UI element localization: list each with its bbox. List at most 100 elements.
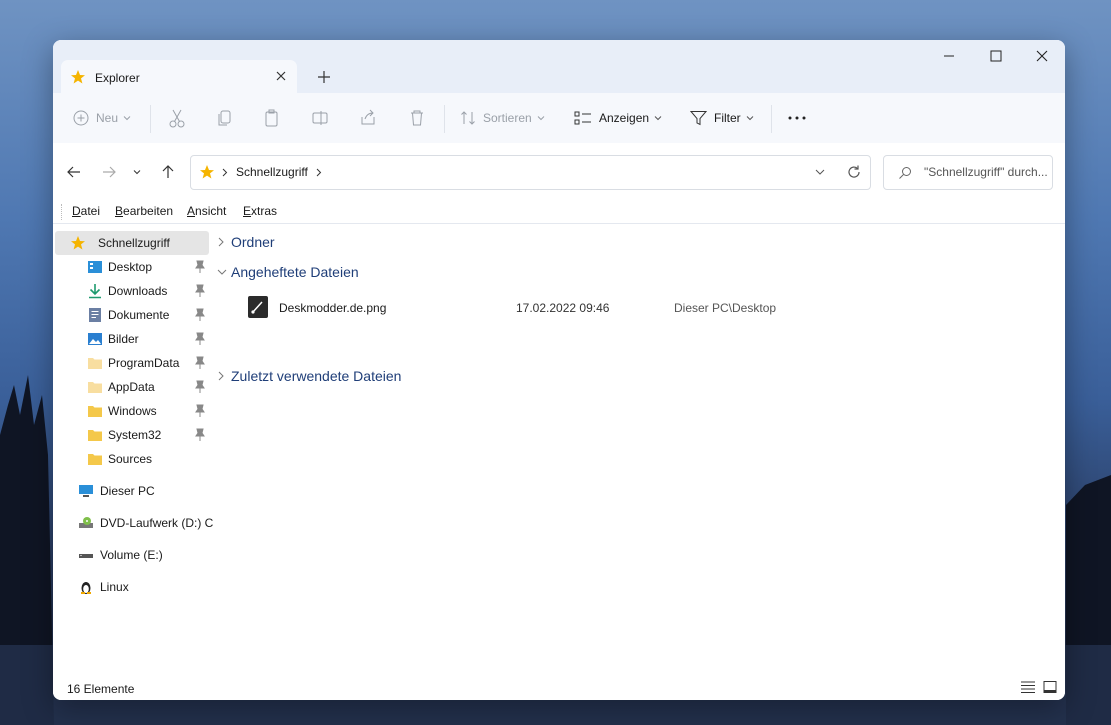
group-label: Angeheftete Dateien <box>231 264 359 280</box>
copy-icon[interactable] <box>216 107 234 129</box>
chevron-right-icon <box>218 371 224 381</box>
folder-icon <box>88 382 102 393</box>
toolbar-divider <box>444 105 445 133</box>
menu-bearbeiten[interactable]: Bearbeiten <box>115 204 173 218</box>
file-list: Ordner Angeheftete Dateien Deskmodder.de… <box>211 224 1065 674</box>
document-icon <box>89 308 101 322</box>
menu-datei-key: D <box>72 204 81 218</box>
delete-icon[interactable] <box>408 107 426 129</box>
menu-bearbeiten-rest: earbeiten <box>123 204 174 218</box>
explorer-window: Explorer Neu Sortieren Anzeigen Filter S… <box>53 40 1065 700</box>
view-list-icon <box>574 111 591 125</box>
search-icon <box>899 167 911 179</box>
menu-datei-rest: atei <box>80 204 101 218</box>
share-icon[interactable] <box>359 107 377 129</box>
up-arrow-icon[interactable] <box>159 163 177 181</box>
sidebar-item-windows[interactable]: Windows <box>53 399 209 423</box>
breadcrumb-chevron-icon[interactable] <box>316 168 322 177</box>
star-icon <box>71 70 85 84</box>
drive-icon <box>79 554 93 558</box>
folder-icon <box>88 454 102 465</box>
details-view-icon[interactable] <box>1020 680 1036 694</box>
sidebar-item-downloads[interactable]: Downloads <box>53 279 209 303</box>
pictures-icon <box>88 333 102 345</box>
pin-icon <box>195 356 205 369</box>
new-button[interactable]: Neu <box>73 107 131 129</box>
filter-button[interactable]: Filter <box>690 107 754 129</box>
breadcrumb-chevron-icon[interactable] <box>222 168 228 177</box>
paste-icon[interactable] <box>263 107 281 129</box>
group-ordner[interactable]: Ordner <box>217 229 275 255</box>
sidebar-item-label: Windows <box>108 404 157 418</box>
file-name: Deskmodder.de.png <box>279 301 387 315</box>
menu-ansicht-rest: nsicht <box>195 204 227 218</box>
sidebar-item-bilder[interactable]: Bilder <box>53 327 209 351</box>
close-window-button[interactable] <box>1031 48 1053 64</box>
navigation-bar: Schnellzugriff "Schnellzugriff" durch... <box>53 143 1065 201</box>
back-arrow-icon[interactable] <box>65 163 83 181</box>
title-bar: Explorer <box>53 40 1065 94</box>
cut-icon[interactable] <box>168 107 186 129</box>
list-item[interactable]: Deskmodder.de.png 17.02.2022 09:46 Diese… <box>246 295 846 319</box>
sidebar-item-schnellzugriff[interactable]: Schnellzugriff <box>55 231 209 255</box>
sidebar-item-programdata[interactable]: ProgramData <box>53 351 209 375</box>
chevron-down-icon <box>654 116 662 121</box>
rename-icon[interactable] <box>311 107 329 129</box>
menu-bar: Datei Bearbeiten Ansicht Extras <box>53 201 1065 224</box>
sidebar-item-desktop[interactable]: Desktop <box>53 255 209 279</box>
filter-icon <box>690 111 707 126</box>
pin-icon <box>195 380 205 393</box>
group-zuletzt-verwendete-dateien[interactable]: Zuletzt verwendete Dateien <box>217 363 401 389</box>
sidebar-item-appdata[interactable]: AppData <box>53 375 209 399</box>
menu-datei[interactable]: Datei <box>72 204 100 218</box>
folder-icon <box>88 358 102 369</box>
tab-explorer[interactable]: Explorer <box>61 60 297 94</box>
address-bar[interactable]: Schnellzugriff <box>190 155 871 190</box>
sort-button[interactable]: Sortieren <box>460 107 545 129</box>
sidebar-item-dvd[interactable]: DVD-Laufwerk (D:) C <box>53 511 213 535</box>
menu-bearbeiten-key: B <box>115 204 124 218</box>
view-button[interactable]: Anzeigen <box>574 107 662 129</box>
download-icon <box>89 284 101 299</box>
menu-extras[interactable]: Extras <box>243 204 277 218</box>
sidebar-item-dieser-pc[interactable]: Dieser PC <box>53 479 209 503</box>
star-icon <box>71 236 85 250</box>
sidebar-item-sources[interactable]: Sources <box>53 447 209 471</box>
sidebar-item-system32[interactable]: System32 <box>53 423 209 447</box>
close-icon[interactable] <box>273 68 289 84</box>
plus-icon[interactable] <box>315 68 333 86</box>
sidebar-item-dokumente[interactable]: Dokumente <box>53 303 209 327</box>
recent-locations-chevron-icon[interactable] <box>131 163 143 181</box>
chevron-down-icon <box>746 116 754 121</box>
forward-arrow-icon[interactable] <box>100 163 118 181</box>
sidebar-item-label: System32 <box>108 428 162 442</box>
more-options-icon[interactable] <box>787 107 807 129</box>
menu-extras-rest: xtras <box>251 204 278 218</box>
view-label: Anzeigen <box>599 111 650 125</box>
refresh-icon[interactable] <box>846 164 862 180</box>
breadcrumb-schnellzugriff[interactable]: Schnellzugriff <box>236 165 308 179</box>
sidebar-item-label: Bilder <box>108 332 139 346</box>
address-dropdown-icon[interactable] <box>815 168 825 176</box>
sidebar-item-label: Dieser PC <box>100 484 155 498</box>
group-label: Ordner <box>231 234 275 250</box>
pin-icon <box>195 332 205 345</box>
sidebar-item-label: Schnellzugriff <box>98 236 170 250</box>
sidebar-item-linux[interactable]: Linux <box>53 575 209 599</box>
sidebar-item-volume-e[interactable]: Volume (E:) <box>53 543 209 567</box>
maximize-button[interactable] <box>985 48 1007 64</box>
search-box[interactable]: "Schnellzugriff" durch... <box>883 155 1053 190</box>
minimize-button[interactable] <box>938 48 960 64</box>
group-angeheftete-dateien[interactable]: Angeheftete Dateien <box>217 259 359 285</box>
sidebar-item-label: DVD-Laufwerk (D:) C <box>100 516 214 530</box>
dvd-icon <box>79 517 93 528</box>
search-placeholder: "Schnellzugriff" durch... <box>924 165 1048 179</box>
pin-icon <box>195 404 205 417</box>
chevron-down-icon <box>123 116 131 121</box>
menu-extras-key: E <box>243 204 252 218</box>
large-icons-view-icon[interactable] <box>1042 680 1058 694</box>
pin-icon <box>195 428 205 441</box>
linux-icon <box>81 582 91 594</box>
menu-ansicht[interactable]: Ansicht <box>187 204 226 218</box>
chevron-down-icon <box>217 269 227 275</box>
